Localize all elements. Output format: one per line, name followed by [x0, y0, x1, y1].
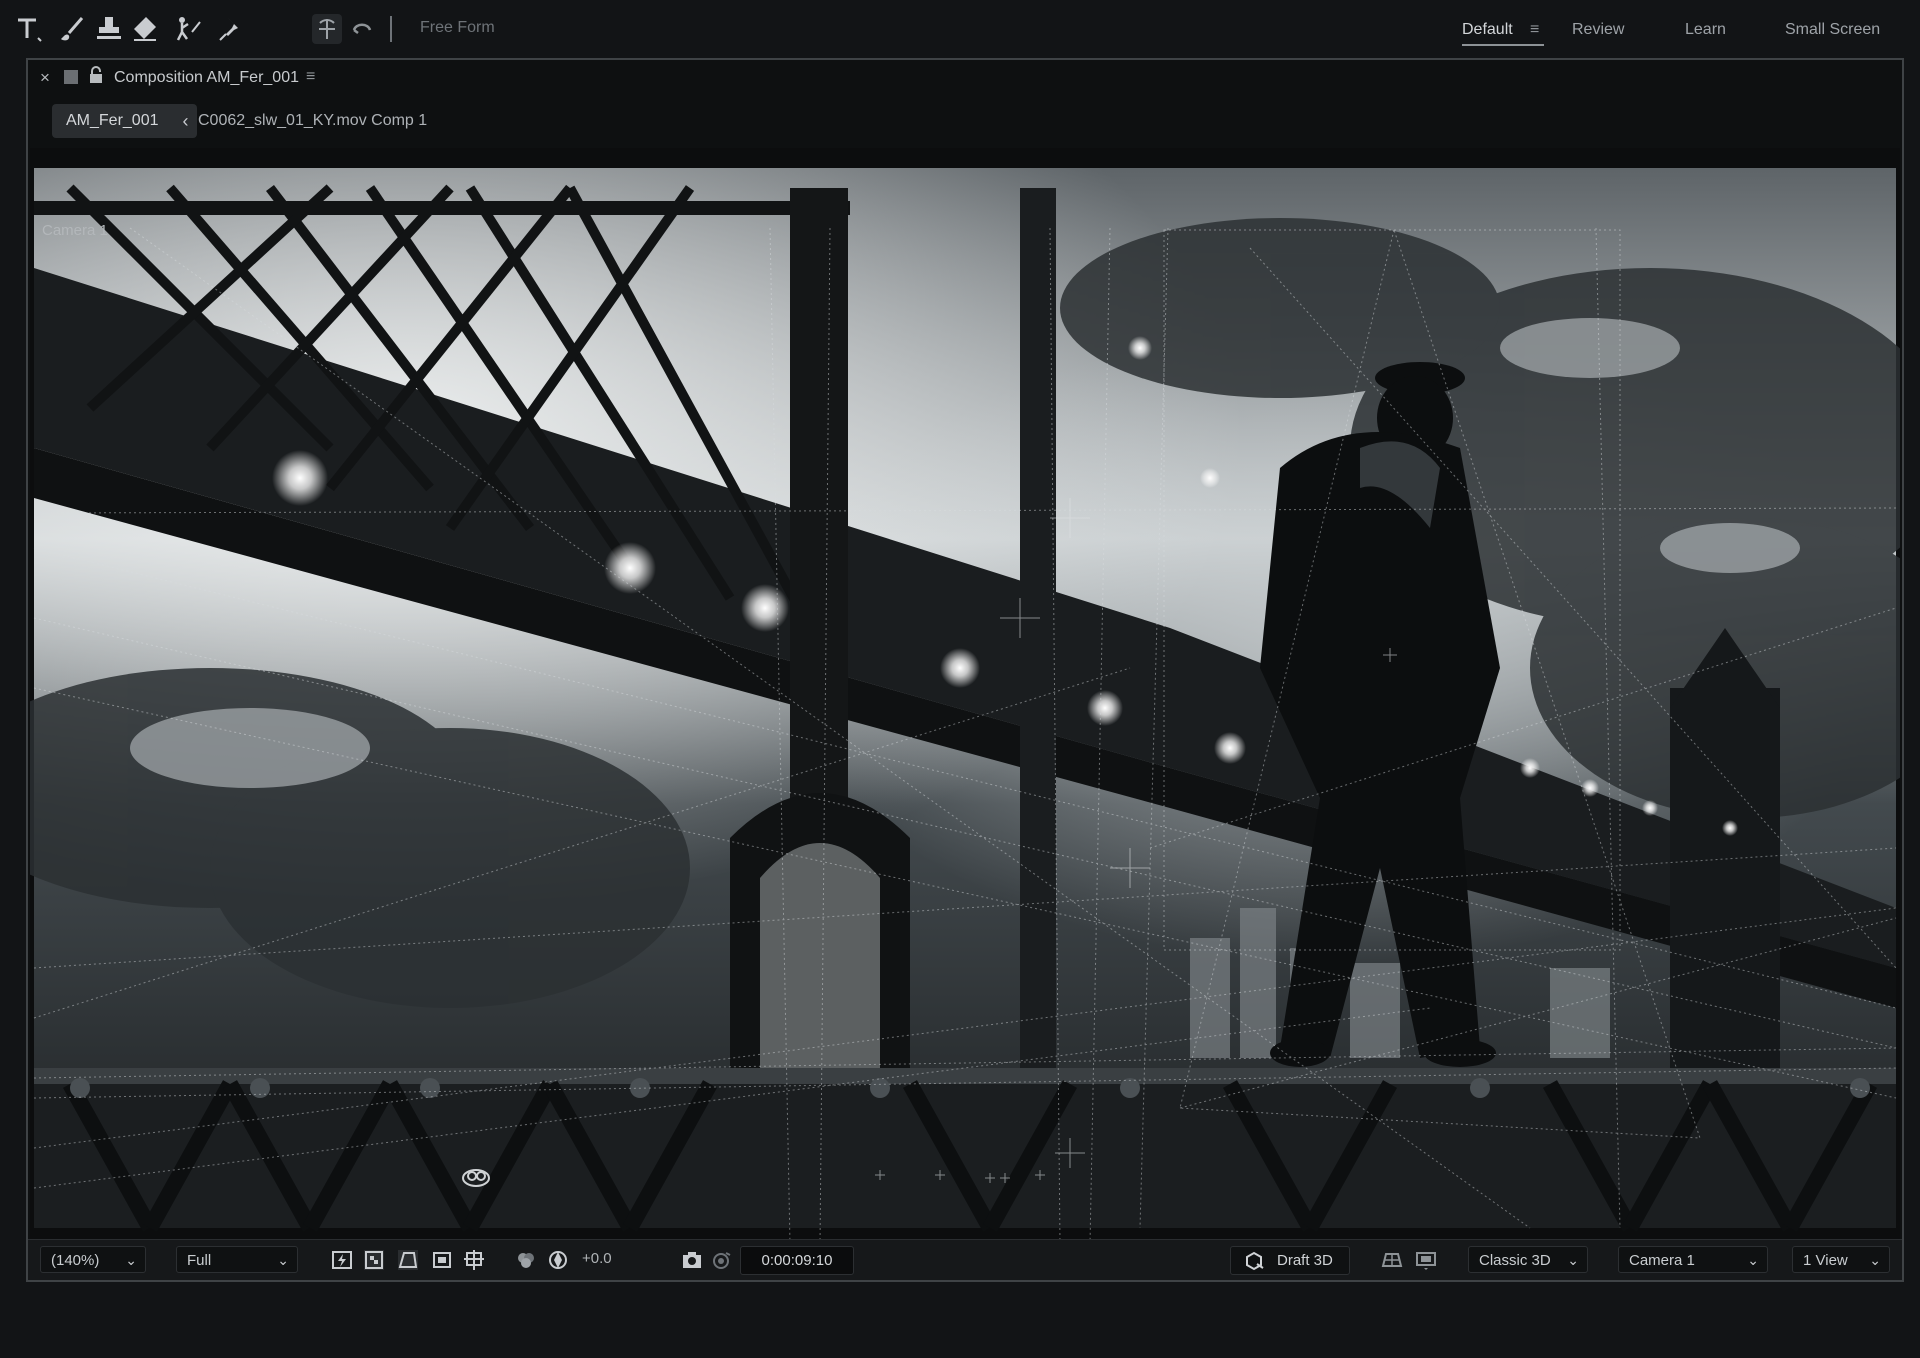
- workspace-learn[interactable]: Learn: [1685, 21, 1726, 39]
- renderer-dropdown[interactable]: Classic 3D ⌄: [1468, 1246, 1588, 1273]
- composition-title: Composition AM_Fer_001: [114, 69, 299, 86]
- orbit-tool-icon[interactable]: [310, 12, 344, 46]
- resolution-value: Full: [187, 1252, 212, 1269]
- camera-view-value: Camera 1: [1629, 1252, 1695, 1269]
- show-snapshot-icon[interactable]: [710, 1248, 734, 1272]
- free-form-label: Free Form: [420, 19, 495, 36]
- magnification-dropdown[interactable]: (140%) ⌄: [40, 1246, 146, 1273]
- vertical-line-icon: [390, 16, 392, 42]
- chevron-left-icon[interactable]: ‹: [183, 104, 189, 138]
- clone-stamp-tool-icon[interactable]: [92, 12, 126, 46]
- exposure-value[interactable]: +0.0: [582, 1250, 612, 1267]
- viewer-bottom-bar: (140%) ⌄ Full ⌄ +0.0 0:00:09:10 Draft 3D…: [28, 1239, 1902, 1280]
- view-layout-value: 1 View: [1803, 1252, 1848, 1269]
- panel-header: × Composition AM_Fer_001 ≡: [28, 60, 1902, 98]
- viewer-canvas: [30, 148, 1900, 1244]
- close-panel-icon[interactable]: ×: [40, 68, 50, 88]
- undo-arc-icon[interactable]: [346, 12, 380, 46]
- renderer-value: Classic 3D: [1479, 1252, 1551, 1269]
- workspace-active-underline: [1462, 44, 1544, 46]
- fast-previews-icon[interactable]: [330, 1248, 354, 1272]
- breadcrumb-am-fer-001[interactable]: AM_Fer_001 ‹: [52, 104, 197, 138]
- roto-brush-tool-icon[interactable]: [170, 12, 204, 46]
- top-toolbar: Free Form Default ≡ Review Learn Small S…: [0, 0, 1920, 58]
- composition-panel: × Composition AM_Fer_001 ≡ AM_Fer_001 ‹ …: [26, 58, 1904, 1282]
- grid-guides-icon[interactable]: [462, 1248, 486, 1272]
- snapshot-camera-icon[interactable]: [680, 1248, 704, 1272]
- type-tool-icon[interactable]: [12, 12, 46, 46]
- 3d-ground-plane-icon[interactable]: [1380, 1248, 1404, 1272]
- puppet-pin-tool-icon[interactable]: [214, 12, 248, 46]
- breadcrumb-comp-1[interactable]: C0062_slw_01_KY.mov Comp 1: [198, 112, 427, 130]
- chevron-down-icon: ⌄: [1747, 1252, 1759, 1268]
- breadcrumb: AM_Fer_001 ‹ C0062_slw_01_KY.mov Comp 1: [28, 100, 1902, 144]
- chevron-down-icon: ⌄: [277, 1252, 289, 1268]
- viewer-camera-label: Camera 1: [42, 222, 108, 239]
- workspace-default[interactable]: Default: [1462, 21, 1513, 39]
- workspace-review[interactable]: Review: [1572, 21, 1624, 39]
- draft-3d-label: Draft 3D: [1277, 1252, 1333, 1269]
- transparency-grid-icon[interactable]: [362, 1248, 386, 1272]
- magnification-value: (140%): [51, 1252, 100, 1269]
- mask-path-visibility-icon[interactable]: [396, 1248, 420, 1272]
- composition-viewer[interactable]: Camera 1: [30, 148, 1900, 1244]
- view-layout-dropdown[interactable]: 1 View ⌄: [1792, 1246, 1890, 1273]
- draft-3d-icon: [1243, 1250, 1265, 1272]
- extended-viewer-icon[interactable]: [1414, 1248, 1438, 1272]
- draft-3d-toggle[interactable]: Draft 3D: [1230, 1246, 1350, 1275]
- lower-workspace-area: [0, 1282, 1920, 1358]
- current-time-display[interactable]: 0:00:09:10: [740, 1246, 854, 1275]
- chevron-down-icon: ⌄: [1567, 1252, 1579, 1268]
- panel-menu-icon[interactable]: ≡: [306, 68, 315, 86]
- panel-color-square-icon[interactable]: [64, 70, 78, 84]
- workspace-menu-icon[interactable]: ≡: [1530, 21, 1539, 39]
- resolution-dropdown[interactable]: Full ⌄: [176, 1246, 298, 1273]
- chevron-down-icon: ⌄: [1869, 1252, 1881, 1268]
- reset-exposure-icon[interactable]: [546, 1248, 570, 1272]
- breadcrumb-active-label: AM_Fer_001: [66, 112, 159, 129]
- region-of-interest-icon[interactable]: [430, 1248, 454, 1272]
- camera-view-dropdown[interactable]: Camera 1 ⌄: [1618, 1246, 1768, 1273]
- chevron-down-icon: ⌄: [125, 1252, 137, 1268]
- lock-icon[interactable]: [88, 66, 104, 84]
- workspace-small-screen[interactable]: Small Screen: [1785, 21, 1880, 39]
- eraser-tool-icon[interactable]: [128, 12, 162, 46]
- channels-icon[interactable]: [514, 1248, 538, 1272]
- brush-tool-icon[interactable]: [56, 12, 90, 46]
